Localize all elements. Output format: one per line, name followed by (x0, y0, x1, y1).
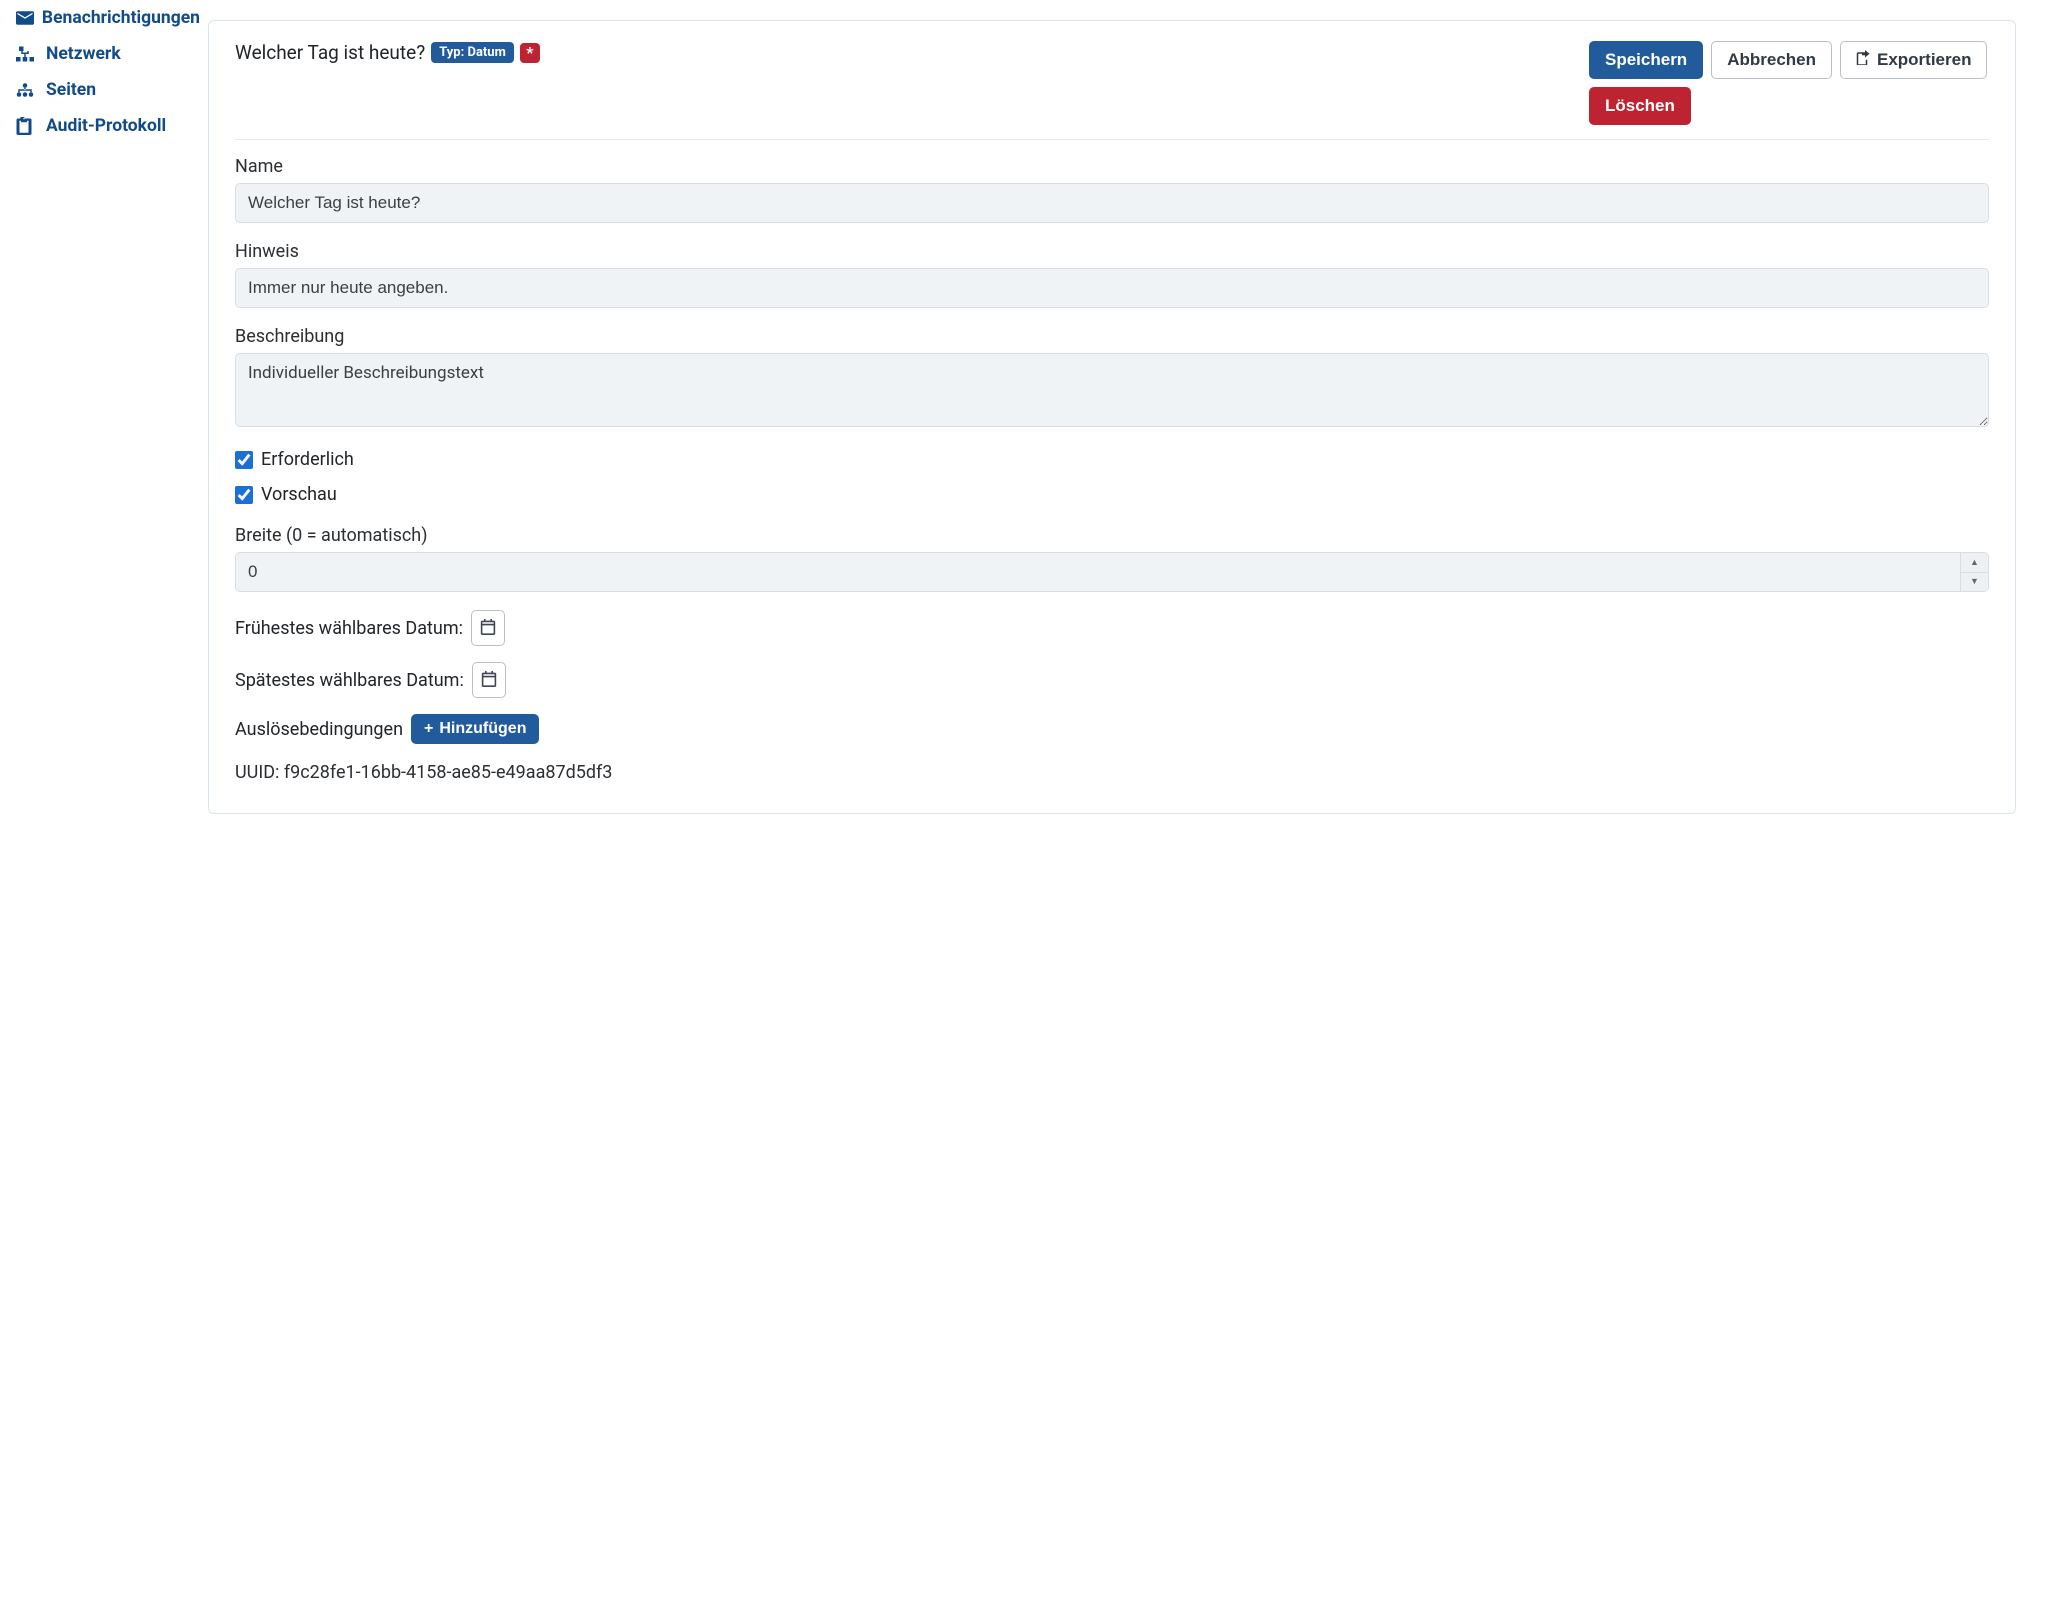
preview-checkbox[interactable] (235, 486, 253, 504)
sitemap-icon (16, 82, 46, 98)
required-checkbox-label: Erforderlich (261, 449, 354, 470)
sidebar-item-notifications[interactable]: Benachrichtigungen (16, 0, 200, 36)
add-trigger-label: Hinzufügen (439, 720, 526, 738)
name-label: Name (235, 156, 1989, 177)
sidebar-item-label: Benachrichtigungen (42, 8, 200, 28)
description-label: Beschreibung (235, 326, 1989, 347)
sidebar-item-audit[interactable]: Audit-Protokoll (16, 108, 200, 144)
page-title: Welcher Tag ist heute? (235, 41, 425, 64)
sidebar-item-network[interactable]: Netzwerk (16, 36, 200, 72)
delete-button[interactable]: Löschen (1589, 87, 1691, 125)
calendar-icon (481, 671, 497, 690)
cancel-button[interactable]: Abbrechen (1711, 41, 1832, 79)
latest-date-label: Spätestes wählbares Datum: (235, 670, 464, 691)
width-stepper: ▲ ▼ (235, 552, 1989, 592)
hint-input[interactable] (235, 268, 1989, 308)
preview-checkbox-label: Vorschau (261, 484, 337, 505)
sidebar-item-pages[interactable]: Seiten (16, 72, 200, 108)
earliest-date-label: Frühestes wählbares Datum: (235, 618, 463, 639)
latest-date-picker-button[interactable] (472, 662, 506, 698)
divider (235, 139, 1989, 140)
earliest-date-picker-button[interactable] (471, 610, 505, 646)
uuid-label: UUID: (235, 762, 284, 783)
name-input[interactable] (235, 183, 1989, 223)
type-badge: Typ: Datum (431, 42, 514, 63)
calendar-icon (480, 619, 496, 638)
width-step-up[interactable]: ▲ (1961, 553, 1988, 573)
clipboard-icon (16, 117, 46, 135)
export-button-label: Exportieren (1877, 50, 1971, 70)
triggers-label: Auslösebedingungen (235, 719, 403, 740)
required-indicator: * (520, 43, 540, 63)
plus-icon: + (424, 720, 433, 738)
required-checkbox[interactable] (235, 451, 253, 469)
save-button[interactable]: Speichern (1589, 41, 1703, 79)
width-step-down[interactable]: ▼ (1961, 573, 1988, 592)
width-label: Breite (0 = automatisch) (235, 525, 1989, 546)
sidebar-item-label: Netzwerk (46, 44, 121, 64)
width-input[interactable] (236, 553, 1960, 591)
sidebar-item-label: Audit-Protokoll (46, 116, 166, 136)
form-panel: Welcher Tag ist heute? Typ: Datum * Spei… (208, 20, 2016, 814)
description-textarea[interactable]: <span></span> (235, 353, 1989, 427)
export-button[interactable]: Exportieren (1840, 41, 1987, 79)
add-trigger-button[interactable]: + Hinzufügen (411, 714, 539, 744)
sidebar-item-label: Seiten (46, 80, 96, 100)
network-icon (16, 46, 46, 62)
uuid-value: f9c28fe1-16bb-4158-ae85-e49aa87d5df3 (284, 762, 613, 783)
hint-label: Hinweis (235, 241, 1989, 262)
envelope-icon (16, 11, 42, 25)
export-icon (1856, 50, 1871, 70)
